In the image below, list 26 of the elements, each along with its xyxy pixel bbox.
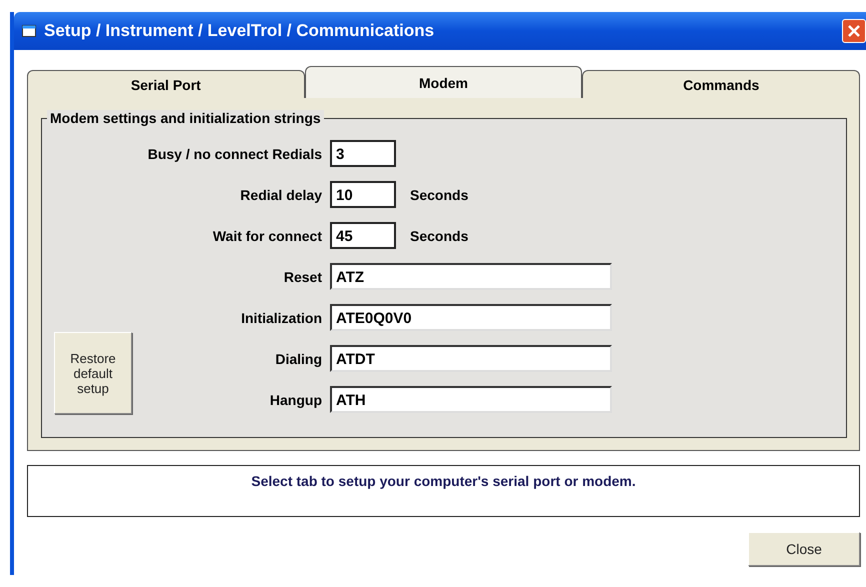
input-field[interactable]: 10 [330,181,396,208]
field-label: Wait for connect [212,228,323,244]
unit-label: Seconds [409,186,468,202]
unit-label: Seconds [409,228,468,244]
field-label: Dialing [274,350,323,366]
restore-default-button[interactable]: Restore default setup [54,332,132,414]
input-field[interactable]: ATH [330,386,612,413]
window-icon [22,25,36,37]
tab[interactable]: Serial Port [27,70,305,98]
field-label: Redial delay [239,186,323,202]
field-label: Busy / no connect Redials [146,146,323,162]
field-label: Reset [282,268,323,284]
input-field[interactable]: 3 [330,140,396,167]
tab[interactable]: Modem [304,66,582,98]
input-field[interactable]: ATDT [330,345,612,372]
field-label: Hangup [268,392,323,408]
input-field[interactable]: ATZ [330,263,612,290]
input-field[interactable]: ATE0Q0V0 [330,304,612,331]
close-icon[interactable] [842,19,866,43]
tab[interactable]: Commands [582,70,860,98]
status-message: Select tab to setup your computer's serial port or modem. [27,465,860,517]
group-title: Modem settings and initialization strings [47,110,324,126]
field-label: Initialization [240,310,323,326]
close-button[interactable]: Close [748,532,860,566]
window-title: Setup / Instrument / LevelTrol / Communications [44,21,436,41]
input-field[interactable]: 45 [330,222,396,249]
